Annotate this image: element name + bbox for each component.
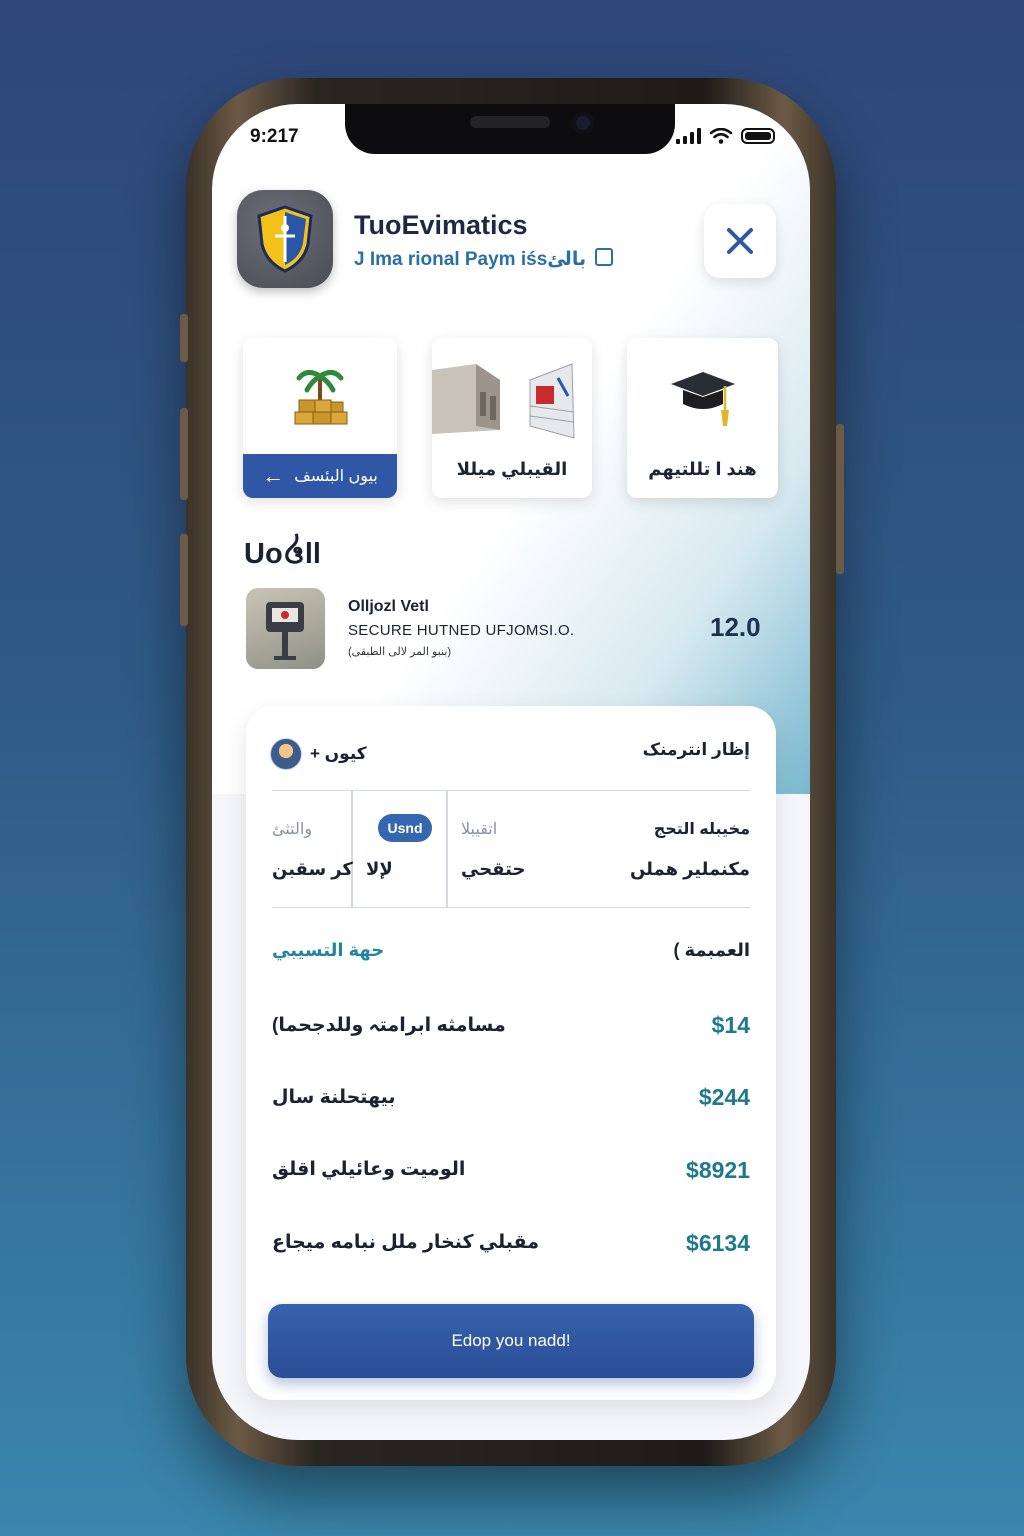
pay-button[interactable]: Edop you nadd! <box>268 1304 754 1378</box>
volume-up-button <box>180 408 188 500</box>
mailbox-icon <box>266 602 304 660</box>
panel-header-left[interactable]: كيوں + <box>270 738 367 770</box>
panel-header-left-text: كيوں + <box>310 744 367 763</box>
status-time: 9:217 <box>250 126 299 147</box>
treasure-palm-icon <box>294 370 348 425</box>
app-logo <box>237 190 333 288</box>
mute-switch <box>180 314 188 362</box>
summary-link[interactable]: حهة التسيبي <box>272 940 384 961</box>
grid-cell-1-value: كر سقبن <box>272 859 353 879</box>
speaker <box>470 116 550 128</box>
grid-cell-1-label: والتثئ <box>272 821 313 838</box>
category-card-3[interactable]: هند ا تللتيهم <box>627 338 778 498</box>
grid-cell-1[interactable]: والتثئ كر سقبن <box>272 791 353 907</box>
grid-cell-4-label: مخيبله التحج <box>653 821 750 838</box>
close-button[interactable] <box>704 204 776 278</box>
item-description: SECURE HUTNED UFJOMSI.O. <box>348 622 575 639</box>
app-subtitle: J Ima rional Paym iśsبالئ <box>354 248 614 271</box>
detail-grid: والتثئ كر سقبن لإلا اتقيبلا حتقحي مخيبله… <box>272 790 750 908</box>
status-badge: Usnd <box>378 814 432 842</box>
buildings-icon <box>432 363 575 439</box>
category-card-1-action[interactable]: ← بیوں البئسف <box>243 454 397 498</box>
power-button <box>836 424 844 574</box>
category-card-2-label: القيبلي ميللا <box>456 459 568 479</box>
fee-row-3-label: الوميت وعائيلي اقلق <box>272 1159 466 1180</box>
signal-icon <box>676 128 701 144</box>
fee-row-4-label: مقبلي كنخار ملل نبامه ميجاع <box>272 1232 539 1253</box>
fee-row-2-amount: $244 <box>698 1084 750 1110</box>
grid-cell-3-label: اتقيبلا <box>461 821 498 838</box>
volume-down-button <box>180 534 188 626</box>
grid-cell-4-value: مكنملير هملں <box>629 859 750 879</box>
grid-cell-2-value: لإلا <box>366 859 393 879</box>
front-camera <box>572 112 594 134</box>
section-title: Uᴏ᪕ll <box>244 538 321 570</box>
category-card-2[interactable]: القيبلي ميللا <box>432 338 592 498</box>
fee-row-3-amount: $8921 <box>686 1157 750 1183</box>
app-title: TuoEvimatics <box>354 210 528 240</box>
fee-row-1-amount: $14 <box>711 1012 750 1038</box>
fee-row-4-amount: $6134 <box>686 1230 750 1256</box>
avatar <box>270 738 302 770</box>
battery-icon <box>741 128 775 144</box>
panel-header-right: إظار انترمنک <box>642 740 750 759</box>
grid-cell-2[interactable]: لإلا <box>352 791 446 907</box>
category-card-3-label: هند ا تللتيهم <box>648 459 757 479</box>
arrow-left-icon: ← <box>262 463 285 488</box>
close-icon <box>727 228 753 254</box>
grid-cell-3-value: حتقحي <box>461 859 526 879</box>
status-icons <box>676 128 775 144</box>
item-price: 12.0 <box>710 612 761 642</box>
grid-cell-3[interactable]: اتقيبلا حتقحي <box>447 791 597 907</box>
fee-row-2-label: بيهتحلنة سال <box>272 1087 396 1108</box>
app-subtitle-text: J Ima rional Paym iśsبالئ <box>354 249 587 270</box>
summary-heading: العمبمة ) <box>673 940 750 960</box>
graduation-cap-icon <box>671 372 735 426</box>
notch <box>345 104 675 154</box>
item-meta: (بنبو المر لالى الطبقى) <box>348 646 451 658</box>
fee-row-1-label: مسامثه ابرامتہ وللدجحما) <box>272 1015 506 1036</box>
shield-logo-icon <box>257 205 313 273</box>
category-card-1[interactable]: ← بیوں البئسف <box>243 338 397 498</box>
grid-cell-4[interactable]: مخيبله التحج مكنملير هملں <box>602 791 750 907</box>
wifi-icon <box>709 128 733 144</box>
item-thumbnail <box>246 588 325 669</box>
external-link-icon <box>595 248 614 266</box>
category-card-1-label: بیوں البئسف <box>294 468 378 485</box>
item-name: Olljozl Vetl <box>348 598 429 615</box>
